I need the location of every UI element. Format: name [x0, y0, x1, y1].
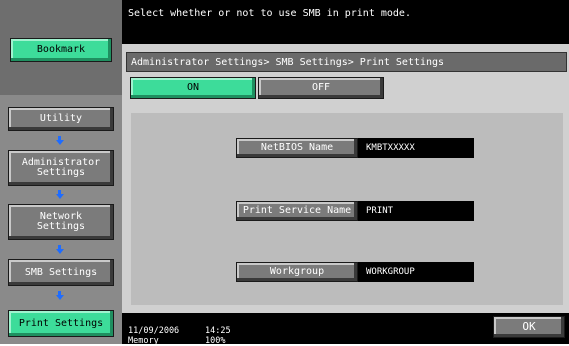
netbios-name-label: NetBIOS Name — [236, 138, 358, 158]
sidebar-item-network-settings[interactable]: Network Settings — [8, 204, 114, 240]
off-button[interactable]: OFF — [258, 77, 384, 99]
on-button[interactable]: ON — [130, 77, 256, 99]
down-arrow-icon — [56, 249, 64, 254]
down-arrow-icon — [56, 140, 64, 145]
breadcrumb: Administrator Settings> SMB Settings> Pr… — [126, 52, 567, 72]
status-memory-value: 100% — [205, 336, 226, 346]
sidebar: Bookmark Utility Administrator Settings … — [0, 0, 122, 344]
status-memory-label: Memory — [128, 336, 159, 346]
print-service-name-field: PRINT — [358, 201, 474, 221]
workgroup-field: WORKGROUP — [358, 262, 474, 282]
smb-print-settings-screen: Bookmark Utility Administrator Settings … — [0, 0, 569, 346]
sidebar-item-smb-settings[interactable]: SMB Settings — [8, 259, 114, 286]
sidebar-item-print-settings[interactable]: Print Settings — [8, 310, 114, 337]
print-service-name-label: Print Service Name — [236, 201, 358, 221]
down-arrow-icon — [56, 295, 64, 300]
sidebar-item-utility[interactable]: Utility — [8, 107, 114, 131]
bookmark-button[interactable]: Bookmark — [10, 38, 112, 62]
down-arrow-icon — [56, 194, 64, 199]
netbios-name-field: KMBTXXXXX — [358, 138, 474, 158]
instruction-message: Select whether or not to use SMB in prin… — [128, 8, 411, 19]
status-date: 11/09/2006 — [128, 326, 180, 336]
sidebar-item-administrator-settings[interactable]: Administrator Settings — [8, 150, 114, 186]
instruction-message-bar: Select whether or not to use SMB in prin… — [122, 0, 569, 44]
status-time: 14:25 — [205, 326, 231, 336]
ok-button[interactable]: OK — [493, 316, 565, 338]
workgroup-label: Workgroup — [236, 262, 358, 282]
